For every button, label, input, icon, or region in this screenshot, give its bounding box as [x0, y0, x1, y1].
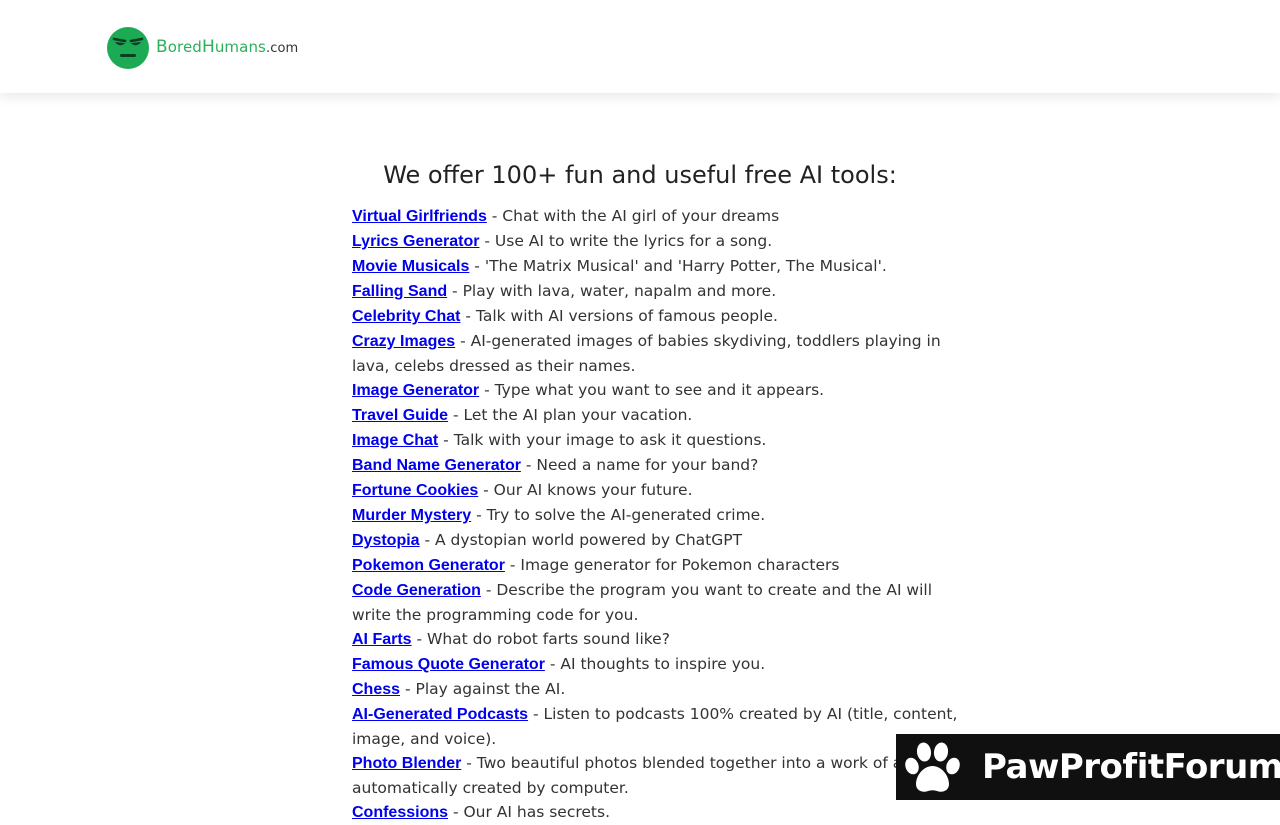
tool-description: - Our AI has secrets. [448, 803, 610, 821]
tool-description: - What do robot farts sound like? [411, 630, 670, 648]
tool-description: - AI thoughts to inspire you. [544, 655, 766, 673]
tool-description: - Try to solve the AI-generated crime. [471, 506, 766, 524]
tool-item: Photo Blender - Two beautiful photos ble… [352, 751, 964, 800]
watermark-text: PawProfitForum [982, 747, 1280, 787]
tool-description: - Play against the AI. [400, 680, 566, 698]
tool-description: - Let the AI plan your vacation. [448, 406, 693, 424]
tool-item: Band Name Generator - Need a name for yo… [352, 453, 964, 478]
tool-description: - A dystopian world powered by ChatGPT [419, 531, 743, 549]
tool-link[interactable]: Image Chat [352, 432, 438, 449]
tool-item: Lyrics Generator - Use AI to write the l… [352, 229, 964, 254]
tool-item: Celebrity Chat - Talk with AI versions o… [352, 304, 964, 329]
tool-link[interactable]: Famous Quote Generator [352, 656, 545, 673]
tool-item: Image Chat - Talk with your image to ask… [352, 428, 964, 453]
tool-item: AI Farts - What do robot farts sound lik… [352, 627, 964, 652]
tool-link[interactable]: Travel Guide [352, 407, 448, 424]
tool-item: Image Generator - Type what you want to … [352, 378, 964, 403]
logo-wordmark: BoredHumans.com [156, 37, 299, 57]
site-logo[interactable]: BoredHumans.com [106, 26, 298, 70]
page-heading: We offer 100+ fun and useful free AI too… [383, 161, 897, 189]
tool-link[interactable]: Lyrics Generator [352, 233, 479, 250]
tool-description: - Talk with your image to ask it questio… [438, 431, 767, 449]
tool-item: Dystopia - A dystopian world powered by … [352, 528, 964, 553]
tool-link[interactable]: Confessions [352, 804, 448, 821]
tool-link[interactable]: Celebrity Chat [352, 308, 460, 325]
tool-link[interactable]: Virtual Girlfriends [352, 208, 487, 225]
tool-item: Virtual Girlfriends - Chat with the AI g… [352, 204, 964, 229]
tool-link[interactable]: Murder Mystery [352, 507, 471, 524]
tool-link[interactable]: Code Generation [352, 582, 481, 599]
tool-description: - Chat with the AI girl of your dreams [486, 207, 780, 225]
tool-link[interactable]: Movie Musicals [352, 258, 469, 275]
tool-item: Fortune Cookies - Our AI knows your futu… [352, 478, 964, 503]
tool-item: Famous Quote Generator - AI thoughts to … [352, 652, 964, 677]
tool-description: - Talk with AI versions of famous people… [460, 307, 778, 325]
watermark-badge: PawProfitForum [896, 734, 1280, 800]
tool-link[interactable]: Crazy Images [352, 333, 455, 350]
tool-link[interactable]: AI Farts [352, 631, 412, 648]
tool-item: Pokemon Generator - Image generator for … [352, 553, 964, 578]
tool-link[interactable]: Fortune Cookies [352, 482, 478, 499]
tool-description: - Use AI to write the lyrics for a song. [479, 232, 773, 250]
tool-link[interactable]: AI-Generated Podcasts [352, 706, 528, 723]
tools-list: Virtual Girlfriends - Chat with the AI g… [352, 204, 964, 825]
tool-link[interactable]: Pokemon Generator [352, 557, 505, 574]
tool-description: - Need a name for your band? [520, 456, 759, 474]
tool-description: - 'The Matrix Musical' and 'Harry Potter… [469, 257, 887, 275]
tool-link[interactable]: Falling Sand [352, 283, 447, 300]
tool-item: Code Generation - Describe the program y… [352, 578, 964, 627]
paw-icon [905, 742, 960, 792]
tool-link[interactable]: Dystopia [352, 532, 420, 549]
site-header: BoredHumans.com [0, 0, 1280, 93]
tool-item: Confessions - Our AI has secrets. [352, 800, 964, 825]
tool-item: Crazy Images - AI-generated images of ba… [352, 329, 964, 378]
tool-link[interactable]: Band Name Generator [352, 457, 521, 474]
tool-link[interactable]: Photo Blender [352, 755, 461, 772]
tool-link[interactable]: Chess [352, 681, 400, 698]
tool-description: - Play with lava, water, napalm and more… [447, 282, 777, 300]
tool-description: - Our AI knows your future. [478, 481, 693, 499]
bored-face-icon [107, 27, 149, 69]
tool-description: - Image generator for Pokemon characters [504, 556, 840, 574]
tool-item: Movie Musicals - 'The Matrix Musical' an… [352, 254, 964, 279]
tool-link[interactable]: Image Generator [352, 382, 479, 399]
tool-item: Travel Guide - Let the AI plan your vaca… [352, 403, 964, 428]
tool-item: Murder Mystery - Try to solve the AI-gen… [352, 503, 964, 528]
tool-item: Falling Sand - Play with lava, water, na… [352, 279, 964, 304]
tool-item: Chess - Play against the AI. [352, 677, 964, 702]
tool-item: AI-Generated Podcasts - Listen to podcas… [352, 702, 964, 751]
tool-description: - Type what you want to see and it appea… [479, 381, 825, 399]
